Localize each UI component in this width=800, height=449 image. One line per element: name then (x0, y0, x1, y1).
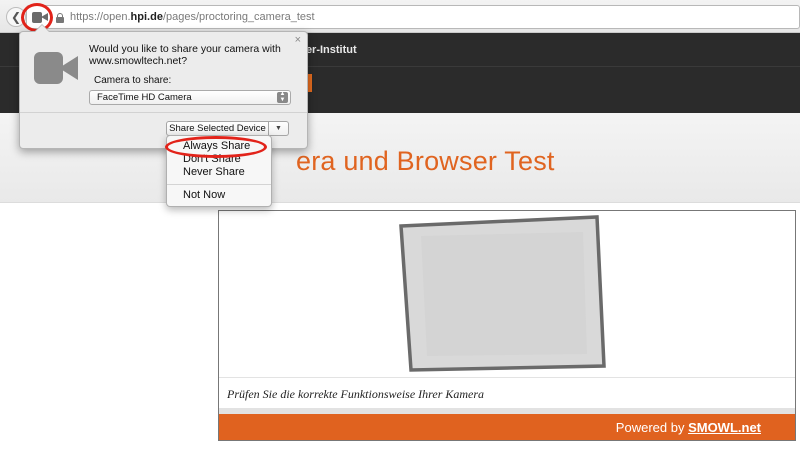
camera-select-label: Camera to share: (94, 75, 172, 86)
back-arrow-icon: ❮ (10, 10, 22, 24)
url-domain: hpi.de (130, 11, 163, 23)
browser-toolbar: ❮ https://open.hpi.de/pages/proctoring_c… (0, 0, 800, 33)
select-stepper-icon: ▲ ▼ (277, 91, 288, 103)
camera-select[interactable]: FaceTime HD Camera ▲ ▼ (89, 90, 291, 105)
camera-placeholder-frame-icon (399, 215, 606, 372)
share-options-dropdown-button[interactable]: ▼ (269, 121, 289, 136)
powered-by-text: Powered by SMOWL.net (616, 420, 761, 435)
highlight-ring-always-share (165, 136, 267, 158)
url-text[interactable]: https://open.hpi.de/pages/proctoring_cam… (70, 11, 315, 23)
close-icon[interactable]: × (295, 35, 301, 46)
address-bar[interactable]: https://open.hpi.de/pages/proctoring_cam… (26, 5, 800, 29)
permission-prompt: Would you like to share your camera with… (89, 43, 281, 67)
popover-divider (20, 112, 307, 113)
popover-arrow-fill (35, 25, 49, 32)
caption-bar: Prüfen Sie die korrekte Funktionsweise I… (219, 377, 795, 408)
powered-by-label: Powered by (615, 420, 689, 435)
powered-by-footer: Powered by SMOWL.net (219, 414, 795, 440)
page-title: era und Browser Test (296, 146, 555, 176)
camera-select-value: FaceTime HD Camera (97, 92, 192, 103)
camera-test-widget: Prüfen Sie die korrekte Funktionsweise I… (218, 210, 796, 441)
camera-caption: Prüfen Sie die korrekte Funktionsweise I… (227, 387, 485, 401)
camera-preview (219, 211, 795, 377)
url-prefix: https://open. (70, 11, 131, 23)
lock-icon (56, 13, 64, 23)
menu-item-not-now[interactable]: Not Now (183, 189, 225, 201)
screenshot-root: ❮ https://open.hpi.de/pages/proctoring_c… (0, 0, 800, 449)
chevron-down-icon: ▼ (275, 125, 282, 132)
video-camera-icon (34, 52, 78, 84)
url-path: /pages/proctoring_camera_test (162, 11, 315, 23)
share-selected-device-button[interactable]: Share Selected Device (166, 121, 269, 136)
menu-separator (167, 184, 271, 185)
menu-item-never-share[interactable]: Never Share (183, 166, 245, 178)
smowl-link[interactable]: SMOWL.net (688, 420, 761, 435)
